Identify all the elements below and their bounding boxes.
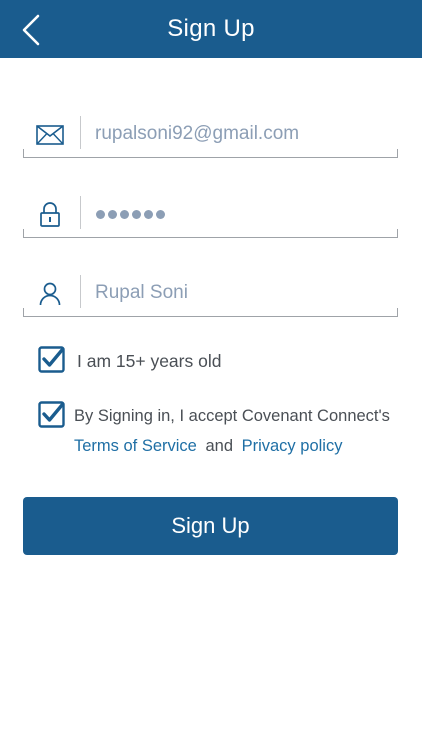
underline-tick-left bbox=[23, 308, 24, 317]
password-mask-dot bbox=[144, 209, 153, 219]
chevron-left-icon bbox=[22, 14, 40, 46]
underline-tick-right bbox=[397, 149, 398, 158]
password-input[interactable] bbox=[96, 205, 165, 223]
password-field[interactable] bbox=[23, 196, 398, 238]
password-mask-dot bbox=[132, 209, 141, 219]
back-button[interactable] bbox=[14, 12, 48, 48]
envelope-icon bbox=[35, 120, 65, 150]
underline-tick-right bbox=[397, 308, 398, 317]
age-checkbox[interactable] bbox=[38, 346, 65, 373]
terms-of-service-link[interactable]: Terms of Service bbox=[74, 437, 197, 455]
password-mask-dot bbox=[156, 209, 165, 219]
signup-screen: Sign Up rupalsoni92@gmail.com Rupal Soni… bbox=[0, 0, 422, 750]
underline-tick-right bbox=[397, 229, 398, 238]
field-divider bbox=[80, 275, 81, 308]
password-mask-dot bbox=[108, 209, 117, 219]
lock-icon bbox=[35, 200, 65, 230]
field-divider bbox=[80, 116, 81, 149]
field-underline bbox=[23, 237, 398, 238]
age-check-row: I am 15+ years old bbox=[38, 346, 221, 376]
page-title: Sign Up bbox=[167, 15, 255, 42]
terms-checkbox[interactable] bbox=[38, 401, 65, 428]
age-check-label: I am 15+ years old bbox=[77, 351, 222, 371]
email-field[interactable] bbox=[23, 116, 398, 158]
name-input[interactable] bbox=[95, 277, 385, 309]
field-divider bbox=[80, 196, 81, 229]
underline-tick-left bbox=[23, 149, 24, 158]
header-bar: Sign Up bbox=[0, 0, 422, 58]
password-mask-dot bbox=[120, 209, 129, 219]
field-underline bbox=[23, 316, 398, 317]
terms-links-line: Terms of Service and Privacy policy bbox=[74, 431, 390, 461]
terms-statement: By Signing in, I accept Covenant Connect… bbox=[74, 407, 390, 425]
terms-check-text: By Signing in, I accept Covenant Connect… bbox=[74, 401, 390, 461]
field-underline bbox=[23, 157, 398, 158]
email-input[interactable] bbox=[95, 118, 385, 150]
privacy-policy-link[interactable]: Privacy policy bbox=[242, 437, 343, 455]
terms-check-row: By Signing in, I accept Covenant Connect… bbox=[38, 401, 390, 461]
underline-tick-left bbox=[23, 229, 24, 238]
user-icon bbox=[35, 279, 65, 309]
name-field[interactable] bbox=[23, 275, 398, 317]
signup-button[interactable]: Sign Up bbox=[23, 497, 398, 555]
password-mask-dot bbox=[96, 209, 105, 219]
terms-and-text: and bbox=[205, 437, 233, 455]
